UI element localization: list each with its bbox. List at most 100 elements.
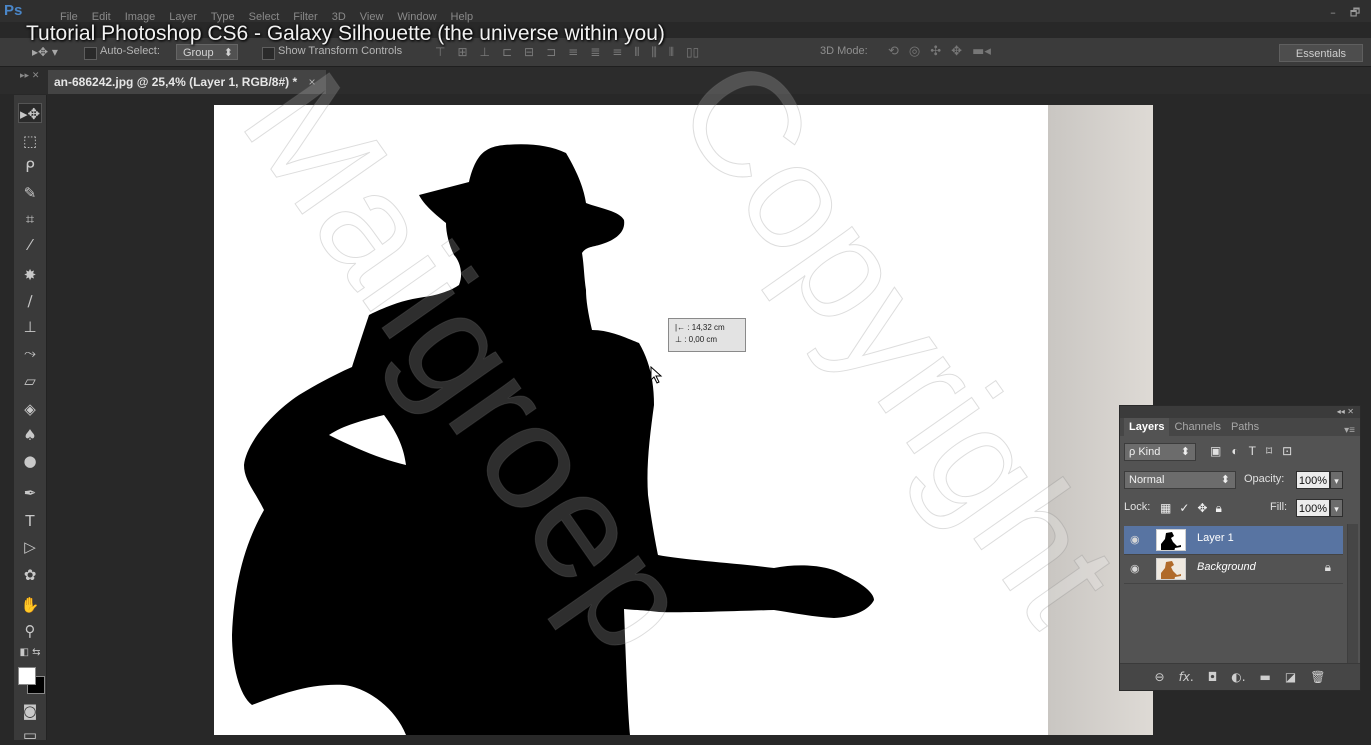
lock-transparent-icon[interactable]: ▦ (1160, 501, 1171, 516)
paint-bucket-tool-icon[interactable]: ◈ (18, 399, 42, 419)
brush-tool-icon[interactable]: ∕ (18, 291, 42, 311)
path-selection-tool-icon[interactable]: ▷ (18, 537, 42, 557)
menu-3d[interactable]: 3D (332, 12, 346, 23)
fx-icon[interactable]: fx. (1179, 670, 1194, 684)
eraser-tool-icon[interactable]: ▱ (18, 371, 42, 391)
opacity-input[interactable]: 100% (1296, 471, 1330, 489)
foreground-color-swatch[interactable] (18, 667, 36, 685)
lock-icon: 🔒︎ (1324, 560, 1331, 574)
swap-colors-icon[interactable]: ◧ ⇆ (18, 643, 42, 663)
3d-rotate-icon[interactable]: ⟲ (888, 44, 899, 59)
align-vcenter-icon[interactable]: ⊞ (457, 45, 467, 60)
kind-filter-dropdown[interactable]: ρ Kind ⬍ (1124, 443, 1196, 461)
menu-type[interactable]: Type (211, 12, 235, 23)
panel-collapse-icon[interactable]: ▸▸ ✕ (20, 71, 39, 81)
filter-smart-object-icon[interactable]: ⊡ (1282, 444, 1292, 458)
align-top-icon[interactable]: ⊤ (435, 45, 445, 60)
visibility-eye-icon[interactable]: ◉ (1130, 562, 1140, 575)
layers-scrollbar[interactable] (1347, 524, 1358, 664)
crop-tool-icon[interactable]: ⌗ (18, 209, 42, 229)
tab-channels[interactable]: Channels (1169, 418, 1225, 436)
dropdown-arrow-icon: ⬍ (1180, 446, 1190, 458)
panel-menu-icon[interactable]: ▾≡ (1344, 425, 1360, 436)
menu-image[interactable]: Image (125, 12, 156, 23)
distribute-left-icon[interactable]: ⫴ (634, 45, 639, 60)
dodge-tool-icon[interactable]: ● (18, 451, 42, 471)
align-left-icon[interactable]: ⊏ (502, 45, 512, 60)
tab-paths[interactable]: Paths (1226, 418, 1264, 436)
mask-icon[interactable]: ◘ (1208, 670, 1218, 684)
lock-all-icon[interactable]: 🔒︎ (1215, 501, 1221, 516)
history-brush-tool-icon[interactable]: ⤳ (18, 343, 42, 363)
move-tool-icon[interactable]: ▸✥ ▾ (32, 45, 58, 59)
link-icon[interactable]: ⊖ (1155, 670, 1165, 684)
menu-help[interactable]: Help (451, 12, 474, 23)
adjustment-icon[interactable]: ◐. (1231, 670, 1245, 684)
distribute-hcenter-icon[interactable]: ⫼ (651, 45, 657, 60)
distribute-bottom-icon[interactable]: ≡ (612, 45, 622, 60)
hand-tool-icon[interactable]: ✋ (18, 595, 42, 615)
type-tool-icon[interactable]: T (18, 511, 42, 531)
custom-shape-tool-icon[interactable]: ✿ (18, 565, 42, 585)
document-canvas[interactable] (214, 105, 1153, 735)
distribute-right-icon[interactable]: ⫴ (669, 45, 674, 60)
align-bottom-icon[interactable]: ⊥ (480, 45, 490, 60)
quick-selection-tool-icon[interactable]: ✎ (18, 183, 42, 203)
menu-view[interactable]: View (360, 12, 384, 23)
menu-filter[interactable]: Filter (293, 12, 317, 23)
menu-edit[interactable]: Edit (92, 12, 111, 23)
filter-shape-icon[interactable]: ⌑ (1266, 444, 1272, 458)
close-tab-icon[interactable]: × (308, 75, 315, 89)
visibility-eye-icon[interactable]: ◉ (1130, 533, 1140, 546)
restore-button[interactable]: 🗗 (1347, 6, 1363, 20)
show-transform-checkbox[interactable] (262, 47, 275, 60)
filter-adjustment-icon[interactable]: ◐ (1231, 444, 1238, 458)
folder-icon[interactable]: ▬ (1260, 670, 1271, 684)
document-tab[interactable]: an-686242.jpg @ 25,4% (Layer 1, RGB/8#) … (48, 70, 326, 94)
pen-tool-icon[interactable]: ✒ (18, 483, 42, 503)
layer-row-background[interactable]: ◉ Background 🔒︎ (1124, 555, 1343, 584)
minimize-button[interactable]: – (1325, 6, 1341, 20)
lock-image-icon[interactable]: ✓ (1179, 501, 1189, 516)
layer-row-layer-1[interactable]: ◉ Layer 1 (1124, 526, 1343, 555)
fill-slider-button[interactable]: ▾ (1330, 499, 1343, 517)
menu-select[interactable]: Select (249, 12, 280, 23)
trash-icon[interactable]: 🗑︎ (1310, 670, 1325, 684)
marquee-tool-icon[interactable]: ⬚ (18, 131, 42, 151)
quick-mask-icon[interactable]: ◙ (18, 701, 42, 721)
lock-fill-row: Lock: ▦ ✓ ✥ 🔒︎ Fill: 100% ▾ (1124, 498, 1356, 518)
new-layer-icon[interactable]: ◪ (1285, 670, 1296, 684)
clone-stamp-tool-icon[interactable]: ⊥ (18, 317, 42, 337)
align-right-icon[interactable]: ⊐ (546, 45, 556, 60)
3d-camera-icon[interactable]: ▬◂ (972, 44, 991, 59)
eyedropper-tool-icon[interactable]: ⁄ (18, 235, 42, 255)
blend-mode-dropdown[interactable]: Normal ⬍ (1124, 471, 1236, 489)
layer-name: Background (1197, 561, 1256, 573)
auto-align-icon[interactable]: ▯▯ (686, 45, 699, 60)
opacity-slider-button[interactable]: ▾ (1330, 471, 1343, 489)
fill-input[interactable]: 100% (1296, 499, 1330, 517)
menu-layer[interactable]: Layer (169, 12, 197, 23)
3d-pan-icon[interactable]: ✣ (930, 44, 941, 59)
menu-window[interactable]: Window (397, 12, 436, 23)
tab-layers[interactable]: Layers (1124, 418, 1170, 436)
auto-select-checkbox[interactable] (84, 47, 97, 60)
align-hcenter-icon[interactable]: ⊟ (524, 45, 534, 60)
auto-select-group-dropdown[interactable]: Group ⬍ (176, 44, 238, 60)
blur-tool-icon[interactable]: ♠ (18, 425, 42, 445)
lock-icons: ▦ ✓ ✥ 🔒︎ (1160, 501, 1222, 516)
distribute-center-icon[interactable]: ≣ (590, 45, 600, 60)
distribute-top-icon[interactable]: ≡ (568, 45, 578, 60)
workspace-switcher[interactable]: Essentials (1279, 44, 1363, 62)
menu-file[interactable]: File (60, 12, 78, 23)
screen-mode-icon[interactable]: ▭ (18, 725, 42, 745)
3d-slide-icon[interactable]: ✥ (951, 44, 962, 59)
lock-position-icon[interactable]: ✥ (1197, 501, 1207, 516)
move-tool-icon[interactable]: ▸✥ (18, 103, 42, 123)
zoom-tool-icon[interactable]: ⚲ (18, 621, 42, 641)
filter-type-icon[interactable]: T (1249, 444, 1256, 458)
filter-pixel-icon[interactable]: ▣ (1210, 444, 1221, 458)
healing-brush-tool-icon[interactable]: ✸ (18, 265, 42, 285)
3d-roll-icon[interactable]: ◎ (909, 44, 920, 59)
lasso-tool-icon[interactable]: ᑭ (18, 157, 42, 177)
